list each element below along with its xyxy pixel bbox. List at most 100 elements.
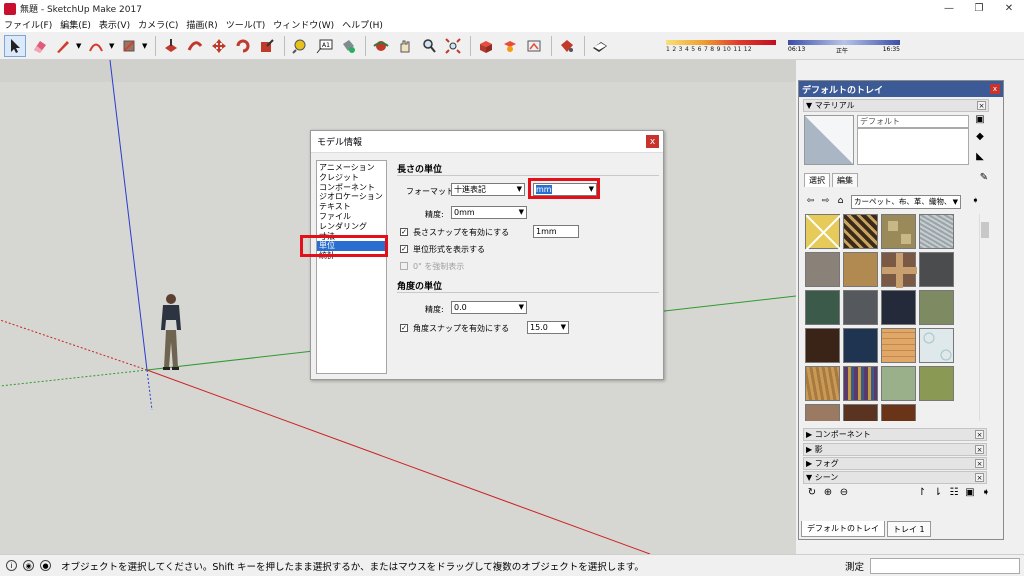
material-swatch[interactable]: [919, 328, 954, 363]
eraser-tool-icon[interactable]: [28, 35, 50, 57]
view-options-icon[interactable]: ☷: [947, 487, 961, 501]
menu-edit[interactable]: 編集(E): [60, 18, 91, 31]
shadows-toggle-icon[interactable]: [589, 35, 611, 57]
format-select[interactable]: 十進表記 ▼: [451, 183, 525, 196]
material-swatch[interactable]: [843, 366, 878, 401]
move-scene-up-icon[interactable]: ↾: [915, 487, 929, 501]
category-credits[interactable]: クレジット: [317, 173, 386, 183]
scroll-thumb[interactable]: [981, 222, 989, 238]
menu-window[interactable]: ウィンドウ(W): [273, 18, 334, 31]
arc-tool-dropdown-icon[interactable]: ▼: [109, 42, 116, 50]
menu-view[interactable]: 表示(V): [99, 18, 130, 31]
materials-panel-header[interactable]: ▼ マテリアル ×: [803, 99, 989, 112]
tab-edit[interactable]: 編集: [832, 173, 858, 187]
move-tool-icon[interactable]: [208, 35, 230, 57]
rectangle-tool-icon[interactable]: [118, 35, 140, 57]
swatch-scrollbar[interactable]: [979, 214, 989, 421]
close-panel-icon[interactable]: ×: [977, 101, 986, 110]
shadows-panel-header[interactable]: ▶ 影 ×: [803, 443, 987, 456]
material-swatch[interactable]: [805, 252, 840, 287]
angle-precision-select[interactable]: 0.0 ▼: [451, 301, 527, 314]
material-name-input[interactable]: デフォルト: [857, 115, 969, 128]
material-swatch[interactable]: [805, 290, 840, 325]
unit-format-checkbox[interactable]: ✓: [400, 245, 408, 253]
pencil-tool-icon[interactable]: [52, 35, 74, 57]
back-arrow-icon[interactable]: ⇦: [804, 196, 817, 209]
menu-camera[interactable]: カメラ(C): [138, 18, 178, 31]
close-panel-icon[interactable]: ×: [975, 459, 984, 468]
extension-warehouse-icon[interactable]: [499, 35, 521, 57]
category-geolocation[interactable]: ジオロケーション: [317, 192, 386, 202]
length-snap-input[interactable]: 1mm: [533, 225, 579, 238]
pan-tool-icon[interactable]: [394, 35, 416, 57]
material-swatch[interactable]: [881, 366, 916, 401]
category-rendering[interactable]: レンダリング: [317, 222, 386, 232]
components-panel-header[interactable]: ▶ コンポーネント ×: [803, 428, 987, 441]
angle-snap-checkbox[interactable]: ✓: [400, 324, 408, 332]
close-panel-icon[interactable]: ×: [975, 473, 984, 482]
material-swatch[interactable]: [843, 404, 878, 421]
category-text[interactable]: テキスト: [317, 202, 386, 212]
forward-arrow-icon[interactable]: ⇨: [819, 196, 832, 209]
sample-paint-icon[interactable]: ◆: [973, 131, 987, 145]
scale-figure[interactable]: [156, 292, 186, 372]
push-pull-tool-icon[interactable]: [160, 35, 182, 57]
tab-default-tray[interactable]: デフォルトのトレイ: [801, 521, 885, 537]
minimize-button[interactable]: —: [934, 0, 964, 17]
select-tool-icon[interactable]: [4, 34, 26, 57]
shadow-month-slider[interactable]: 1 2 3 4 5 6 7 8 9 10 11 12: [666, 38, 776, 54]
material-swatch[interactable]: [843, 328, 878, 363]
material-swatch[interactable]: [843, 214, 878, 249]
eyedropper-icon[interactable]: ✎: [977, 172, 991, 186]
shadow-time-slider[interactable]: 06:13 正午 16:35: [788, 38, 900, 55]
details-arrow-icon[interactable]: ➧: [979, 487, 993, 501]
create-material-icon[interactable]: ▣: [973, 114, 987, 128]
measurements-input[interactable]: [870, 557, 1020, 574]
category-animation[interactable]: アニメーション: [317, 163, 386, 173]
material-swatch[interactable]: [881, 328, 916, 363]
angle-snap-select[interactable]: 15.0 ▼: [527, 321, 569, 334]
category-file[interactable]: ファイル: [317, 212, 386, 222]
refresh-scene-icon[interactable]: ↻: [805, 487, 819, 501]
menu-help[interactable]: ヘルプ(H): [342, 18, 383, 31]
material-swatch[interactable]: [881, 290, 916, 325]
menu-tools[interactable]: ツール(T): [226, 18, 266, 31]
scale-tool-icon[interactable]: [256, 35, 278, 57]
close-panel-icon[interactable]: ×: [975, 430, 984, 439]
3d-warehouse-icon[interactable]: [475, 35, 497, 57]
tape-measure-tool-icon[interactable]: [289, 35, 311, 57]
material-swatch[interactable]: [881, 404, 916, 421]
menu-draw[interactable]: 描画(R): [186, 18, 217, 31]
fog-panel-header[interactable]: ▶ フォグ ×: [803, 457, 987, 470]
arc-tool-icon[interactable]: [85, 35, 107, 57]
rotate-tool-icon[interactable]: [232, 35, 254, 57]
text-tool-icon[interactable]: A1: [313, 35, 335, 57]
remove-scene-icon[interactable]: ⊖: [837, 487, 851, 501]
zoom-extents-tool-icon[interactable]: [442, 35, 464, 57]
material-swatch[interactable]: [919, 290, 954, 325]
material-swatch[interactable]: [881, 214, 916, 249]
move-scene-down-icon[interactable]: ⇂: [931, 487, 945, 501]
material-swatch[interactable]: [919, 214, 954, 249]
shape-tool-dropdown-icon[interactable]: ▼: [142, 42, 149, 50]
add-scene-icon[interactable]: ⊕: [821, 487, 835, 501]
material-swatch[interactable]: [805, 404, 840, 421]
length-snap-checkbox[interactable]: ✓: [400, 228, 408, 236]
material-swatch[interactable]: [843, 252, 878, 287]
material-swatch[interactable]: [881, 252, 917, 288]
details-arrow-icon[interactable]: ➧: [969, 196, 982, 209]
category-components[interactable]: コンポーネント: [317, 183, 386, 193]
geo-icon[interactable]: ◉: [23, 560, 34, 571]
material-swatch[interactable]: [843, 290, 878, 325]
close-button[interactable]: ✕: [994, 0, 1024, 17]
line-tool-dropdown-icon[interactable]: ▼: [76, 42, 83, 50]
info-icon[interactable]: i: [6, 560, 17, 571]
dialog-close-button[interactable]: x: [646, 135, 659, 148]
material-swatch[interactable]: [805, 328, 840, 363]
tray-close-button[interactable]: x: [990, 84, 1000, 94]
tab-tray-1[interactable]: トレイ 1: [887, 521, 931, 537]
close-panel-icon[interactable]: ×: [975, 445, 984, 454]
precision-select[interactable]: 0mm ▼: [451, 206, 527, 219]
display-material-icon[interactable]: ◣: [973, 151, 987, 165]
material-library-select[interactable]: カーペット、布、革、織物、 ▼: [851, 195, 961, 209]
